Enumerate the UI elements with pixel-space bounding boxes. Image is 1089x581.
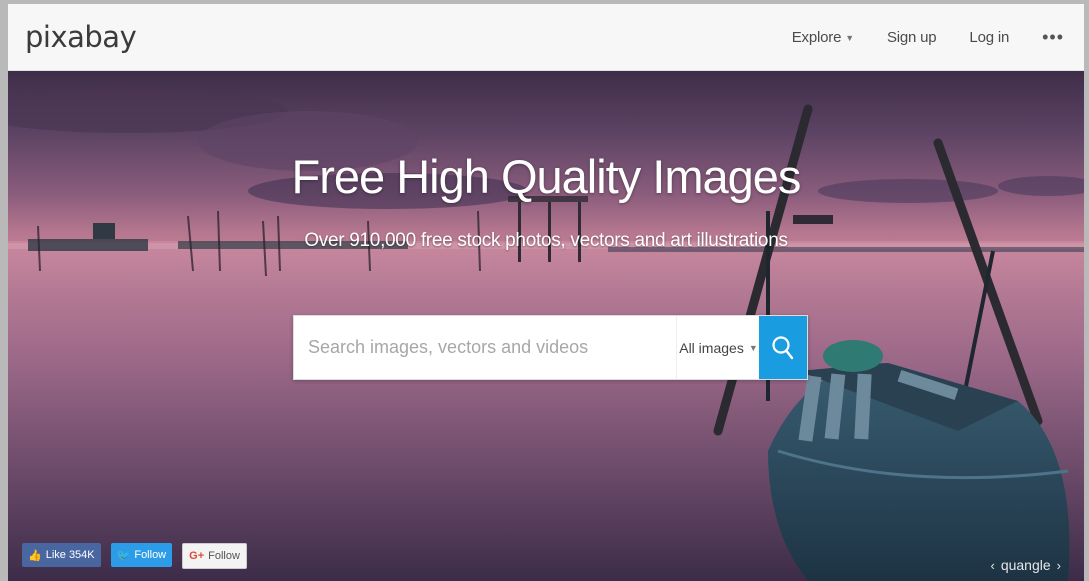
facebook-like-button[interactable]: 👍 Like 354K bbox=[22, 543, 101, 567]
twitter-follow-label: Follow bbox=[134, 549, 167, 561]
login-link[interactable]: Log in bbox=[969, 29, 1009, 46]
google-follow-label: Follow bbox=[208, 550, 240, 562]
main-nav: Explore ▼ Sign up Log in ••• bbox=[792, 4, 1084, 70]
more-menu-icon[interactable]: ••• bbox=[1042, 27, 1064, 48]
next-photo-arrow-icon[interactable]: › bbox=[1057, 558, 1061, 573]
search-icon bbox=[772, 335, 794, 359]
google-plus-follow-button[interactable]: G+ Follow bbox=[182, 543, 247, 569]
top-navigation-bar: pixabay Explore ▼ Sign up Log in ••• bbox=[8, 4, 1084, 71]
explore-menu[interactable]: Explore ▼ bbox=[792, 29, 854, 46]
search-button[interactable] bbox=[759, 316, 807, 379]
hero-subtitle: Over 910,000 free stock photos, vectors … bbox=[304, 230, 788, 251]
image-type-label: All images bbox=[679, 339, 744, 356]
photo-author-link[interactable]: quangle bbox=[1001, 557, 1051, 573]
hero-title: Free High Quality Images bbox=[291, 150, 802, 203]
facebook-like-label: Like 354K bbox=[45, 549, 95, 561]
thumbs-up-icon: 👍 bbox=[28, 549, 42, 562]
search-form: All images ▼ bbox=[293, 315, 808, 380]
twitter-bird-icon: 🐦 bbox=[116, 549, 131, 562]
previous-photo-arrow-icon[interactable]: ‹ bbox=[990, 558, 994, 573]
image-type-dropdown[interactable]: All images ▼ bbox=[676, 316, 760, 379]
browser-viewport: pixabay Explore ▼ Sign up Log in ••• Fre… bbox=[8, 4, 1084, 581]
explore-label: Explore bbox=[791, 28, 842, 46]
chevron-down-icon: ▼ bbox=[845, 32, 854, 43]
chevron-down-icon: ▼ bbox=[748, 342, 758, 353]
google-plus-icon: G+ bbox=[189, 550, 205, 562]
twitter-follow-button[interactable]: 🐦 Follow bbox=[110, 543, 173, 567]
social-buttons: 👍 Like 354K 🐦 Follow G+ Follow bbox=[22, 543, 257, 569]
signup-link[interactable]: Sign up bbox=[887, 29, 937, 46]
photo-credit: ‹ quangle › bbox=[984, 557, 1067, 573]
pixabay-logo[interactable]: pixabay bbox=[25, 20, 137, 54]
search-input[interactable] bbox=[294, 316, 674, 379]
hero-banner: Free High Quality Images Over 910,000 fr… bbox=[8, 71, 1084, 581]
